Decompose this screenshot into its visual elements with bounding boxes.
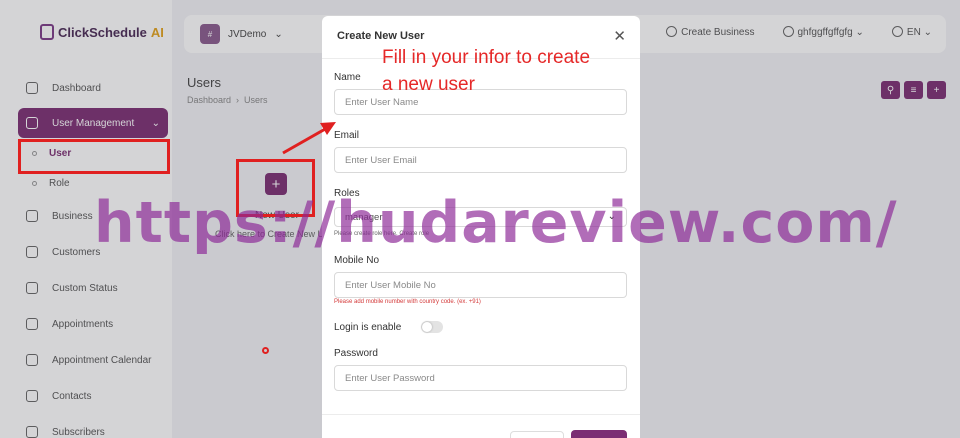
cursor-icon [262, 347, 269, 354]
annotation-line: a new user [382, 74, 475, 95]
email-label: Email [334, 130, 360, 141]
mobile-input[interactable] [334, 272, 627, 298]
close-icon[interactable]: ✕ [613, 27, 626, 45]
login-enable-toggle[interactable] [421, 321, 443, 333]
name-label: Name [334, 72, 361, 83]
toggle-knob [422, 322, 432, 332]
mobile-label: Mobile No [334, 255, 380, 266]
annotation-line: Fill in your infor to create [382, 47, 591, 68]
password-label: Password [334, 348, 378, 359]
login-enable-label: Login is enable [334, 322, 402, 333]
modal-title: Create New User [337, 30, 425, 42]
email-input[interactable] [334, 147, 627, 173]
cancel-button[interactable] [510, 431, 564, 438]
watermark-text: https://hudareview.com/ [94, 190, 898, 256]
annotation-note: Fill in your infor to create a new user [382, 44, 590, 98]
save-button[interactable] [571, 430, 627, 438]
divider [322, 414, 640, 415]
highlight-box-user [18, 139, 170, 174]
mobile-hint: Please add mobile number with country co… [334, 299, 481, 305]
password-input[interactable] [334, 365, 627, 391]
